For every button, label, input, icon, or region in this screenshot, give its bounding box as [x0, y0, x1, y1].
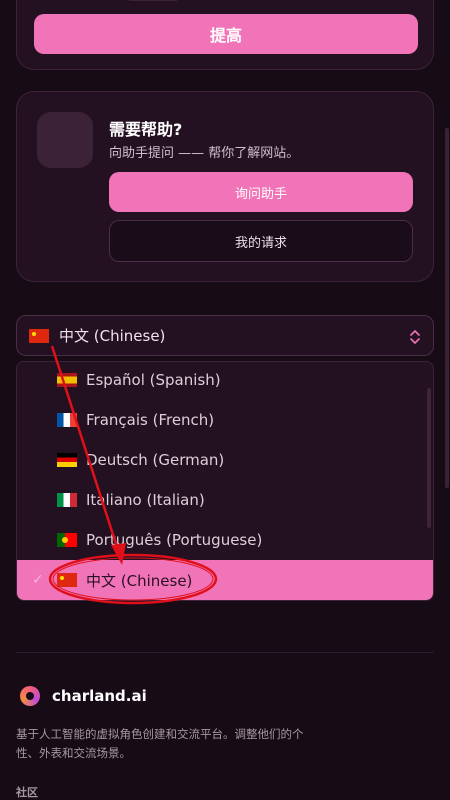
- chevrons-up-down-icon: [409, 328, 421, 346]
- page-scrollbar[interactable]: [445, 128, 449, 488]
- brand-name: charland.ai: [52, 687, 147, 705]
- germany-flag-icon: [57, 453, 77, 467]
- brand-logo-icon: [20, 686, 40, 706]
- language-option-spanish[interactable]: Español (Spanish): [17, 362, 433, 400]
- community-heading: 社区: [16, 786, 38, 799]
- china-flag-icon: [29, 328, 49, 343]
- language-option-chinese[interactable]: ✓ 中文 (Chinese): [17, 560, 433, 600]
- language-option-label: Français (French): [86, 411, 215, 429]
- help-description: 向助手提问 —— 帮你了解网站。: [109, 146, 300, 161]
- language-dropdown: Español (Spanish) Français (French) Deut…: [16, 361, 434, 601]
- check-icon: ✓: [32, 572, 44, 588]
- italy-flag-icon: [57, 493, 77, 507]
- language-option-german[interactable]: Deutsch (German): [17, 440, 433, 480]
- boost-card: 提高: [16, 0, 434, 70]
- footer-description: 基于人工智能的虚拟角色创建和交流平台。调整他们的个性、外表和交流场景。: [16, 727, 304, 760]
- my-requests-button[interactable]: 我的请求: [109, 220, 413, 262]
- language-option-label: Español (Spanish): [86, 371, 221, 389]
- china-flag-icon: [57, 573, 77, 587]
- card-top-element: [125, 0, 181, 1]
- language-option-french[interactable]: Français (French): [17, 400, 433, 440]
- footer-divider: [16, 652, 434, 653]
- help-card: 需要帮助? 向助手提问 —— 帮你了解网站。 询问助手 我的请求: [16, 91, 434, 282]
- boost-button[interactable]: 提高: [34, 14, 418, 54]
- help-title: 需要帮助?: [109, 120, 183, 139]
- language-option-portuguese[interactable]: Português (Portuguese): [17, 520, 433, 560]
- dropdown-scrollbar[interactable]: [427, 388, 431, 528]
- language-option-italian[interactable]: Italiano (Italian): [17, 480, 433, 520]
- language-select[interactable]: 中文 (Chinese): [16, 315, 434, 356]
- spain-flag-icon: [57, 373, 77, 387]
- ask-assistant-button[interactable]: 询问助手: [109, 172, 413, 212]
- language-select-value: 中文 (Chinese): [59, 327, 166, 345]
- portugal-flag-icon: [57, 533, 77, 547]
- brand[interactable]: charland.ai: [20, 686, 147, 706]
- language-option-label: Português (Portuguese): [86, 531, 263, 549]
- language-option-label: Italiano (Italian): [86, 491, 205, 509]
- france-flag-icon: [57, 413, 77, 427]
- language-option-label: Deutsch (German): [86, 451, 225, 469]
- assistant-avatar: [37, 112, 93, 168]
- language-option-label: 中文 (Chinese): [86, 571, 193, 590]
